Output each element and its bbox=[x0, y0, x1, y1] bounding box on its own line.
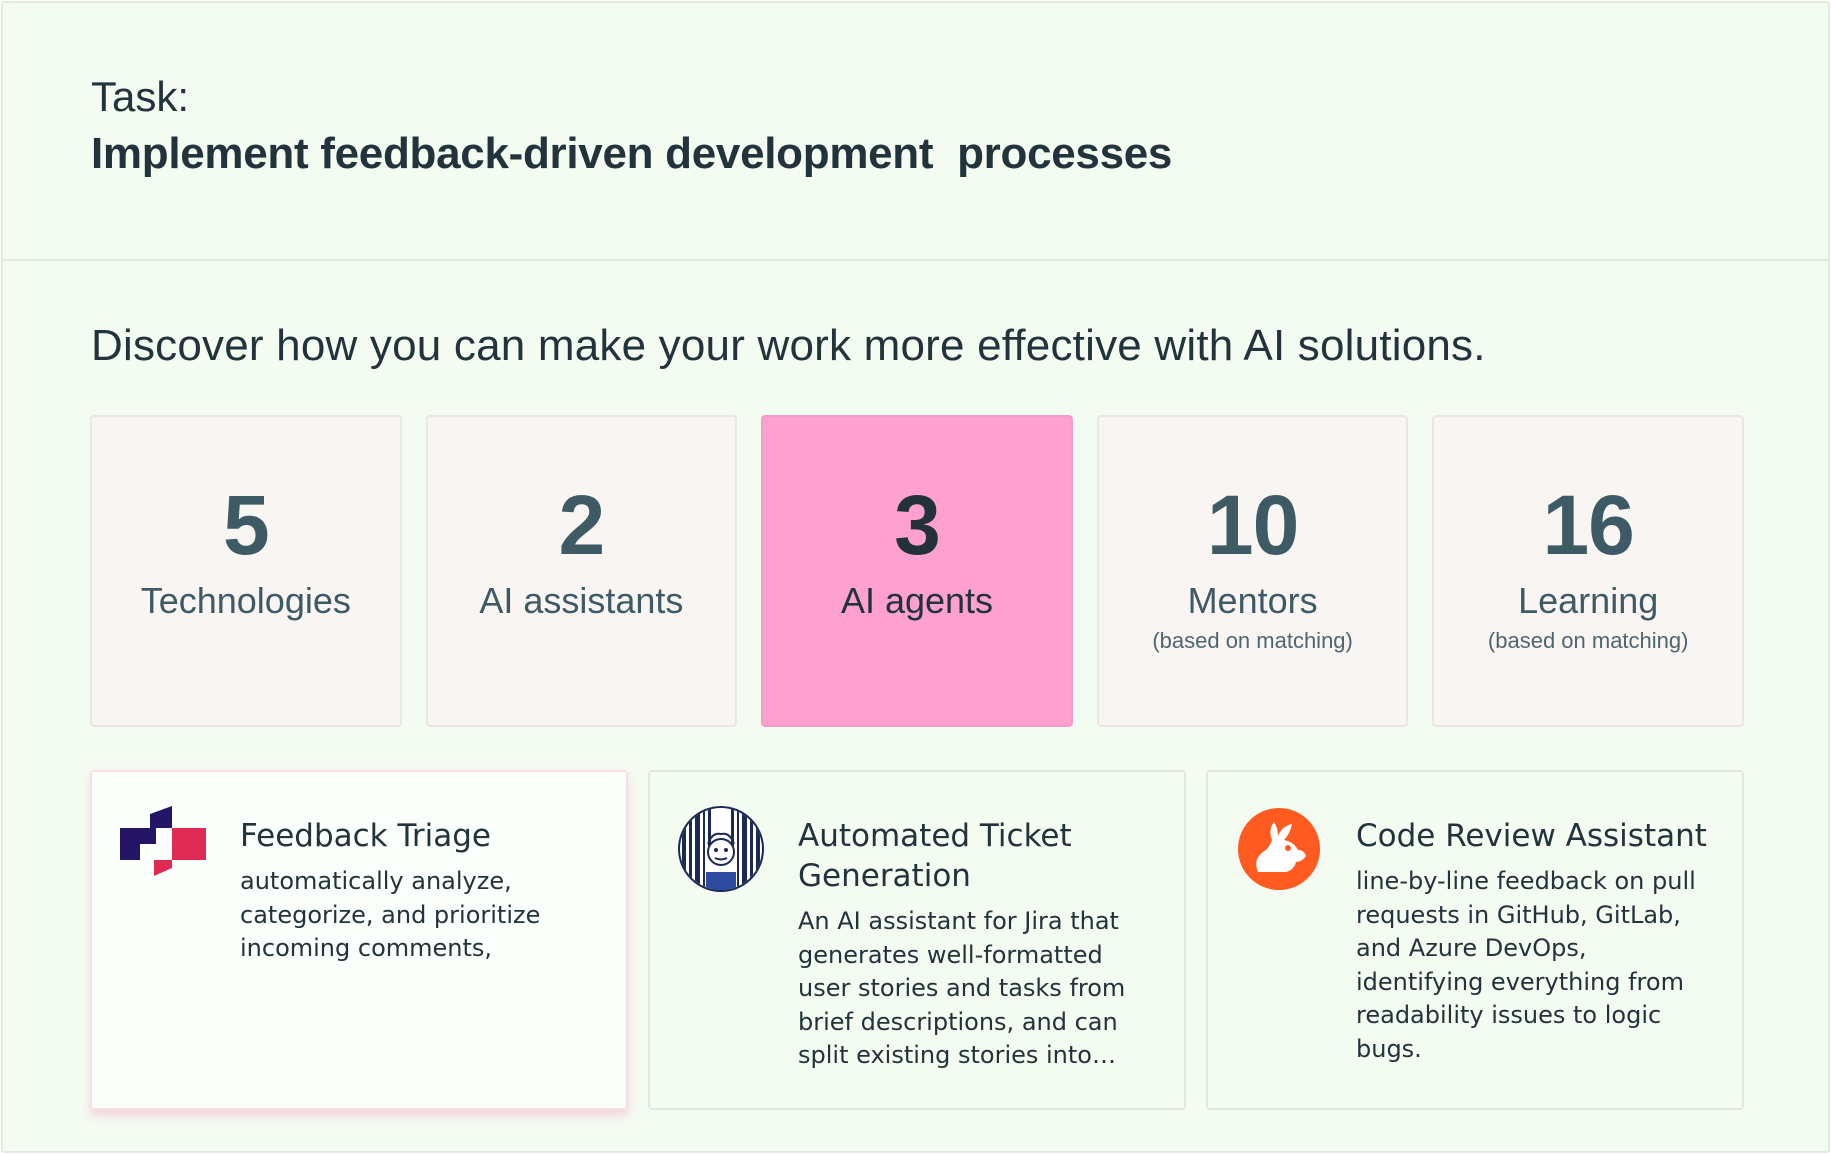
stat-label: Technologies bbox=[140, 580, 351, 621]
stat-ai-agents[interactable]: 3 AI agents bbox=[761, 415, 1073, 727]
card-description: An AI assistant for Jira that generates … bbox=[798, 907, 1126, 1069]
stat-number: 16 bbox=[1542, 478, 1634, 572]
card-description: automatically analyze, categorize, and p… bbox=[240, 867, 541, 962]
agent-card-code-review[interactable]: Code Review Assistant line-by-line feedb… bbox=[1206, 770, 1744, 1110]
stat-number: 3 bbox=[894, 478, 941, 572]
stat-label: Learning bbox=[1518, 580, 1659, 621]
stat-label: AI assistants bbox=[479, 580, 684, 621]
stat-label: AI agents bbox=[840, 580, 994, 621]
agent-card-ticket-generation[interactable]: Automated Ticket Generation An AI assist… bbox=[648, 770, 1186, 1110]
card-title: Code Review Assistant bbox=[1356, 818, 1707, 854]
stat-number: 5 bbox=[222, 478, 270, 572]
task-header: Task: Implement feedback-driven developm… bbox=[3, 3, 1828, 261]
stat-number: 10 bbox=[1206, 478, 1299, 572]
stat-sublabel: (based on matching) bbox=[1152, 628, 1353, 654]
coderabbit-logo-icon bbox=[1236, 806, 1322, 892]
card-title: Automated Ticket Generation bbox=[798, 818, 1072, 894]
agent-cards: Feedback Triage automatically analyze, c… bbox=[90, 770, 1744, 1110]
task-title: Implement feedback-driven development pr… bbox=[91, 129, 1173, 178]
einstein-barcode-logo-icon bbox=[678, 806, 764, 892]
stat-sublabel: (based on matching) bbox=[1487, 628, 1689, 654]
stat-label: Mentors bbox=[1187, 580, 1318, 621]
feedback-triage-logo-icon bbox=[120, 806, 206, 892]
card-description: line-by-line feedback on pull requests i… bbox=[1356, 867, 1696, 1063]
stat-technologies[interactable]: 5 Technologies bbox=[90, 415, 402, 727]
stat-ai-assistants[interactable]: 2 AI assistants bbox=[425, 415, 738, 727]
task-label: Task: bbox=[91, 73, 190, 120]
intro-text: Discover how you can make your work more… bbox=[91, 321, 1486, 370]
stat-learning[interactable]: 16 Learning (based on matching) bbox=[1432, 415, 1744, 727]
agent-card-feedback-triage[interactable]: Feedback Triage automatically analyze, c… bbox=[90, 770, 628, 1110]
card-title: Feedback Triage bbox=[240, 818, 491, 854]
stat-mentors[interactable]: 10 Mentors (based on matching) bbox=[1096, 415, 1409, 727]
stat-number: 2 bbox=[558, 478, 606, 572]
stats-row: 5 Technologies 2 AI assistants 3 AI agen… bbox=[90, 415, 1744, 727]
task-panel: Task: Implement feedback-driven developm… bbox=[1, 1, 1830, 1153]
